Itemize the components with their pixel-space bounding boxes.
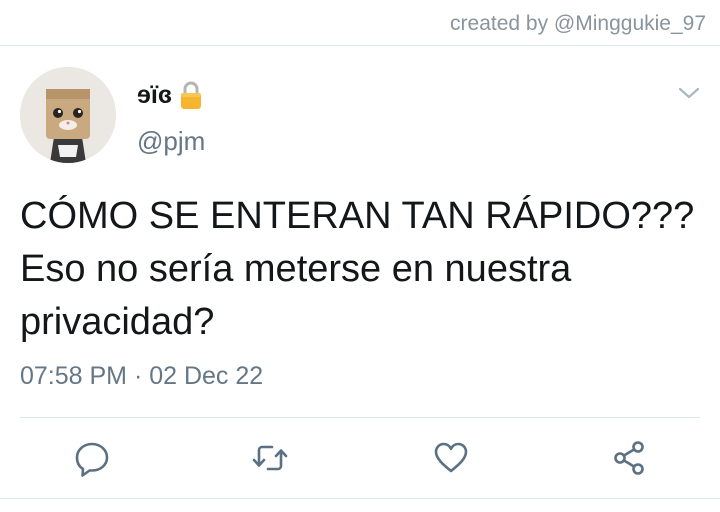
- tweet-actions: [0, 438, 720, 482]
- heart-icon[interactable]: [431, 438, 471, 478]
- retweet-icon[interactable]: [250, 438, 290, 478]
- avatar[interactable]: [20, 67, 116, 163]
- credit-bar: created by @Minggukie_97: [0, 0, 720, 46]
- lock-icon: [180, 80, 202, 110]
- reply-icon[interactable]: [72, 438, 112, 478]
- display-name[interactable]: ɘïɞ: [137, 81, 172, 110]
- user-handle[interactable]: @pjm: [137, 126, 205, 157]
- avatar-image: [20, 67, 116, 163]
- bottom-divider: [0, 498, 720, 499]
- user-name-row[interactable]: ɘïɞ: [137, 80, 202, 110]
- tweet-timestamp[interactable]: 07:58 PM · 02 Dec 22: [20, 362, 263, 391]
- divider: [20, 417, 700, 418]
- tweet-text: CÓMO SE ENTERAN TAN RÁPIDO??? Eso no ser…: [20, 195, 695, 343]
- share-icon[interactable]: [610, 438, 650, 478]
- credit-text: created by @Minggukie_97: [450, 12, 706, 35]
- chevron-down-icon[interactable]: [676, 84, 702, 102]
